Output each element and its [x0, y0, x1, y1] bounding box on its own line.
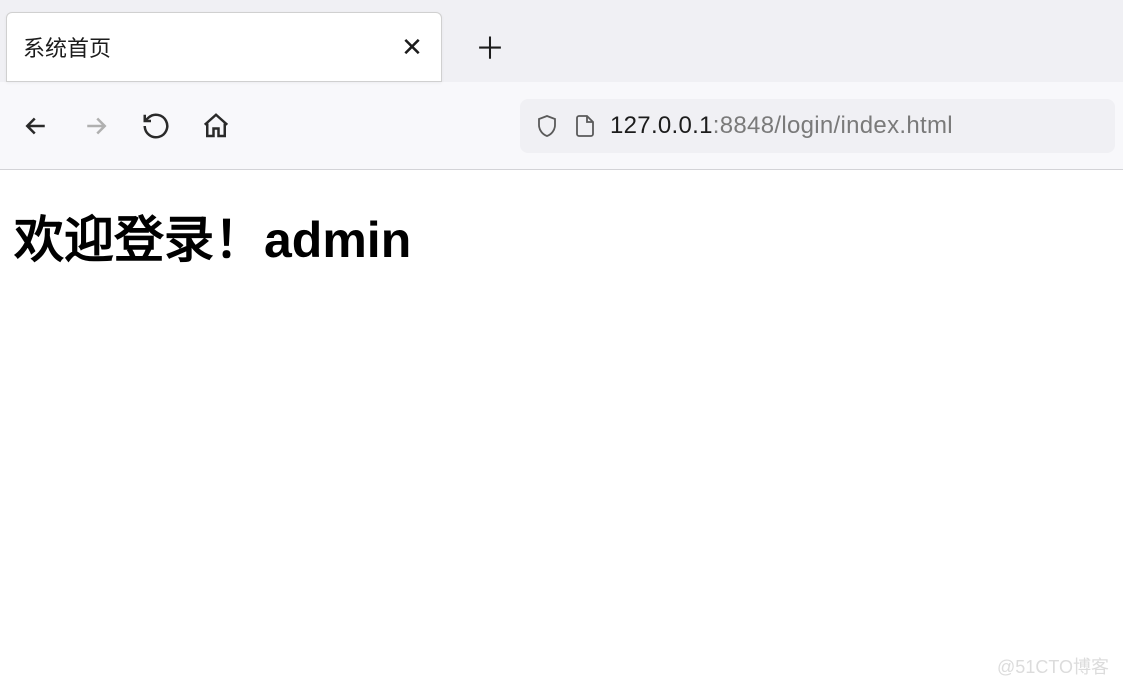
home-icon: [201, 111, 231, 141]
page-icon: [572, 113, 598, 139]
tab-title: 系统首页: [23, 31, 111, 63]
shield-icon[interactable]: [534, 113, 560, 139]
new-tab-button[interactable]: ＋: [468, 24, 512, 68]
watermark: @51CTO博客: [997, 653, 1109, 679]
url-path: :8848/login/index.html: [713, 112, 953, 139]
tab-bar: 系统首页 ✕ ＋: [0, 0, 1123, 82]
forward-button[interactable]: [68, 98, 124, 154]
browser-tab[interactable]: 系统首页 ✕: [6, 12, 442, 82]
welcome-heading: 欢迎登录！admin: [14, 200, 1109, 272]
arrow-left-icon: [21, 111, 51, 141]
close-tab-icon[interactable]: ✕: [401, 34, 423, 60]
reload-icon: [141, 111, 171, 141]
arrow-right-icon: [81, 111, 111, 141]
back-button[interactable]: [8, 98, 64, 154]
reload-button[interactable]: [128, 98, 184, 154]
page-content: 欢迎登录！admin: [0, 170, 1123, 302]
address-bar[interactable]: 127.0.0.1:8848/login/index.html: [520, 99, 1115, 153]
home-button[interactable]: [188, 98, 244, 154]
url-host: 127.0.0.1: [610, 112, 713, 139]
url-text: 127.0.0.1:8848/login/index.html: [610, 112, 953, 140]
browser-toolbar: 127.0.0.1:8848/login/index.html: [0, 82, 1123, 170]
